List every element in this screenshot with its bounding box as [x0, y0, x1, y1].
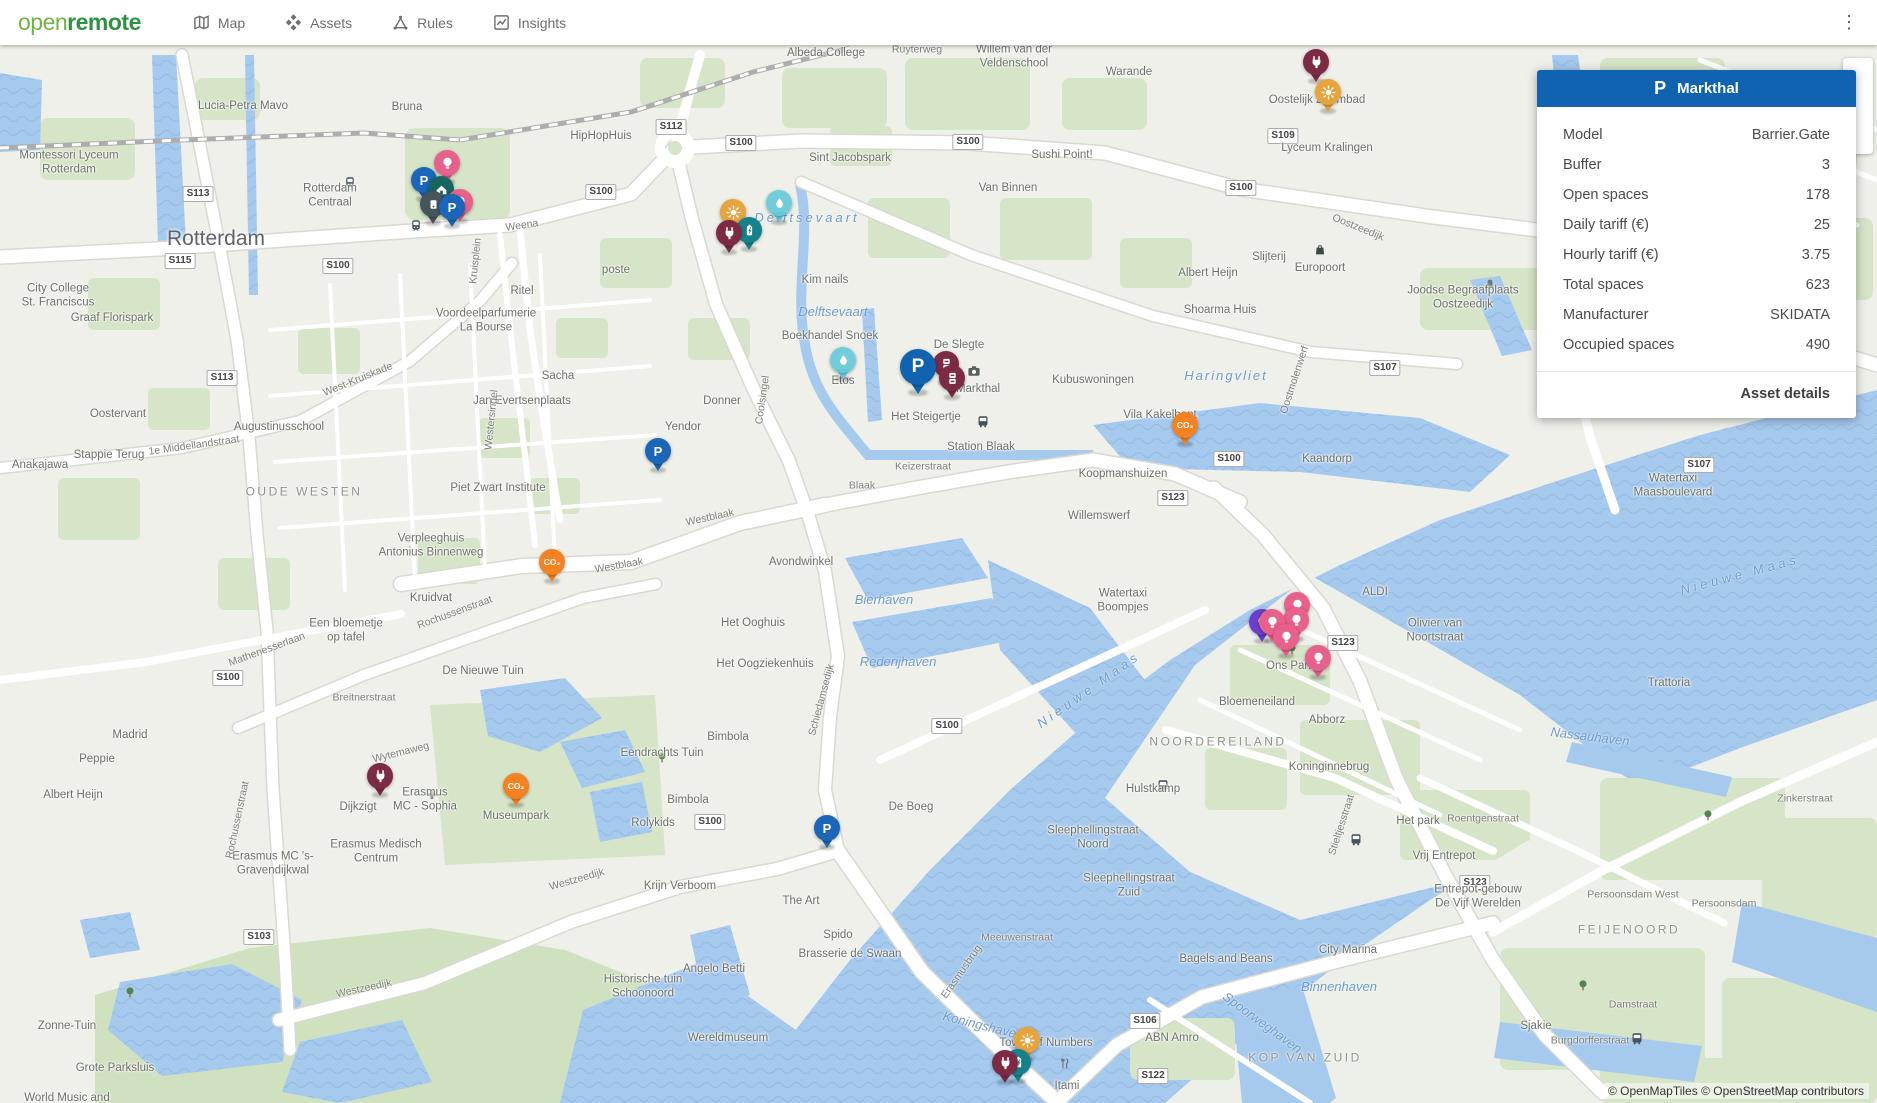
CO₂-icon: CO₂ [503, 773, 529, 799]
plug-icon [992, 1050, 1018, 1076]
parking-icon: P [1654, 78, 1666, 99]
P-icon: P [645, 438, 671, 464]
CO₂-icon: CO₂ [539, 549, 565, 575]
attribute-value: 3.75 [1802, 247, 1830, 263]
attribute-value: SKIDATA [1770, 307, 1830, 323]
bulb-icon [434, 150, 460, 176]
bulb-icon [1273, 624, 1299, 650]
attribute-row: Total spaces 623 [1563, 270, 1830, 300]
assets-icon [285, 14, 302, 31]
attribute-label: Daily tariff (€) [1563, 217, 1649, 233]
rules-icon [392, 14, 409, 31]
asset-card-header: P Markthal [1537, 70, 1856, 107]
attribute-value: 178 [1806, 187, 1830, 203]
attribute-value: 490 [1806, 337, 1830, 353]
asset-title: Markthal [1677, 80, 1739, 97]
attribute-value: 3 [1822, 157, 1830, 173]
openremote-manager: RotterdamOUDE WESTENNOORDEREILANDFEIJENO… [0, 0, 1877, 1103]
attribute-value: 25 [1814, 217, 1830, 233]
nav-label-assets: Assets [310, 15, 352, 31]
attribute-row: Daily tariff (€) 25 [1563, 210, 1830, 240]
nav-item-assets[interactable]: Assets [285, 14, 352, 31]
P-icon: P [439, 194, 465, 220]
asset-info-card: P Markthal Model Barrier.Gate Buffer 3 Open … [1537, 70, 1856, 418]
CO₂-icon: CO₂ [1172, 412, 1198, 438]
nav-item-insights[interactable]: Insights [493, 14, 566, 31]
attribute-label: Model [1563, 127, 1603, 143]
nav-label-insights: Insights [518, 15, 566, 31]
attribute-label: Hourly tariff (€) [1563, 247, 1659, 263]
plug-icon [367, 763, 393, 789]
attribute-label: Occupied spaces [1563, 337, 1674, 353]
P-icon: P [900, 349, 936, 385]
attribute-row: Hourly tariff (€) 3.75 [1563, 240, 1830, 270]
attribute-label: Manufacturer [1563, 307, 1648, 323]
attribute-value: Barrier.Gate [1752, 127, 1830, 143]
asset-details-link[interactable]: Asset details [1741, 386, 1830, 402]
attribute-value: 623 [1806, 277, 1830, 293]
overflow-menu-icon[interactable]: ⋮ [1835, 9, 1863, 37]
insights-icon [493, 14, 510, 31]
logo-open: open [18, 9, 67, 36]
map-icon [193, 14, 210, 31]
bulb-icon [1305, 645, 1331, 671]
logo-remote: remote [67, 9, 141, 36]
nav-menu: Map Assets Rules Insights [193, 14, 566, 31]
attribute-row: Occupied spaces 490 [1563, 330, 1830, 360]
nav-item-map[interactable]: Map [193, 14, 245, 31]
drop-icon [766, 190, 792, 216]
drop-icon [830, 347, 856, 373]
nav-item-rules[interactable]: Rules [392, 14, 453, 31]
attribute-label: Buffer [1563, 157, 1601, 173]
signs-icon [939, 365, 965, 391]
attribute-row: Buffer 3 [1563, 150, 1830, 180]
card-rows: Model Barrier.Gate Buffer 3 Open spaces 178 Da… [1537, 107, 1856, 362]
attribute-label: Total spaces [1563, 277, 1644, 293]
top-navbar: openremote Map Assets Rules Insights ⋮ [0, 0, 1877, 45]
sun-icon [1315, 79, 1341, 105]
openremote-logo: openremote [18, 9, 141, 36]
attribute-label: Open spaces [1563, 187, 1648, 203]
plug-icon [1303, 49, 1329, 75]
nav-label-rules: Rules [417, 15, 453, 31]
map-attribution[interactable]: © OpenMapTiles © OpenStreetMap contribut… [1603, 1083, 1869, 1099]
attribute-row: Open spaces 178 [1563, 180, 1830, 210]
attribute-row: Model Barrier.Gate [1563, 120, 1830, 150]
plug-icon [716, 220, 742, 246]
attribute-row: Manufacturer SKIDATA [1563, 300, 1830, 330]
nav-label-map: Map [218, 15, 245, 31]
P-icon: P [814, 815, 840, 841]
